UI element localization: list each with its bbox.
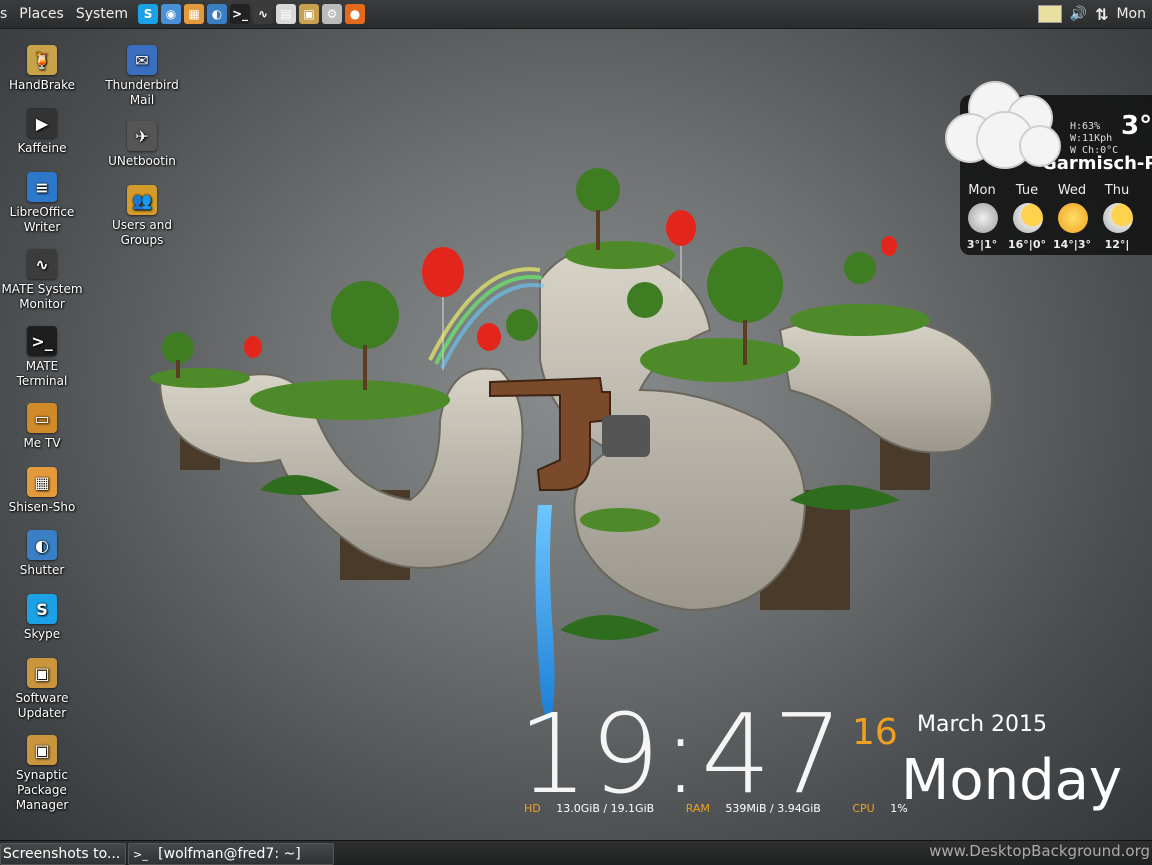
cloudy-icon [945, 81, 1061, 169]
panel-clock[interactable]: Mon [1116, 6, 1146, 22]
hd-label: HD [524, 802, 541, 815]
conky-day-number: 16 [852, 712, 898, 753]
forecast-temps: 16°|0° [1008, 238, 1046, 251]
skype-icon: S [27, 594, 57, 624]
kaffeine-icon: ▶ [27, 108, 57, 138]
skype-icon[interactable]: S [138, 4, 159, 24]
hd-value: 13.0GiB / 19.1GiB [556, 802, 655, 815]
ram-label: RAM [685, 802, 710, 815]
desktop-icon-kaffeine[interactable]: ▶ Kaffeine [0, 108, 84, 156]
desktop-icon-label: Skype [23, 627, 61, 641]
cloudy-icon [968, 203, 998, 233]
forecast-day: Tue [1015, 183, 1039, 198]
taskbar-button-screenshots[interactable]: Screenshots to... [0, 843, 126, 865]
taskbar-button-terminal[interactable]: >_ [wolfman@fred7: ~] [128, 843, 334, 865]
system-tray: 🔊 ⇅ Mon [1037, 0, 1152, 28]
weather-wind: W:11Kph [1070, 133, 1113, 144]
weather-humidity: H:63% [1070, 121, 1101, 132]
desktop-icon-handbrake[interactable]: 🍹 HandBrake [0, 45, 84, 93]
desktop-icon-label: Synaptic Package Manager [15, 768, 69, 812]
partly-sunny-icon [1013, 203, 1043, 233]
terminal-icon[interactable]: >_ [230, 4, 251, 24]
desktop-icon-label: LibreOffice Writer [9, 205, 75, 234]
thunderbird-icon: ✉ [127, 45, 157, 75]
tv-icon: ▭ [27, 403, 57, 433]
forecast-temps: 14°|3° [1053, 238, 1091, 251]
forecast-temps: 12°| [1104, 238, 1130, 251]
users-groups-icon: 👥 [127, 185, 157, 215]
desktop-icon-skype[interactable]: S Skype [0, 594, 84, 642]
top-panel: s Places System S ◉ ▦ ◐ >_ ∿ ▤ ▣ ⚙ ● 🔊 ⇅ Mon [0, 0, 1152, 29]
desktop-icon-label: Users and Groups [112, 218, 172, 247]
firefox-icon[interactable]: ● [345, 4, 366, 24]
desktop-icon-label: Shisen-Sho [8, 500, 76, 514]
conky-weekday: Monday [901, 748, 1123, 813]
desktop-icon-label: Shutter [19, 563, 65, 577]
desktop-icon-libreoffice-writer[interactable]: ≡ LibreOffice Writer [0, 172, 84, 235]
file-manager-icon[interactable]: ▤ [276, 4, 297, 24]
control-center-icon[interactable]: ⚙ [322, 4, 343, 24]
panel-launchers: S ◉ ▦ ◐ >_ ∿ ▤ ▣ ⚙ ● [138, 4, 366, 24]
shutter-icon[interactable]: ◐ [207, 4, 228, 24]
partly-sunny-icon [1103, 203, 1133, 233]
forecast-temps: 3°|1° [966, 238, 998, 251]
weather-applet-icon[interactable] [1037, 5, 1062, 23]
desktop-icon-tv[interactable]: ▭ Me TV [0, 403, 84, 451]
forecast-day: Mon [968, 183, 996, 198]
places-menu[interactable]: Places [13, 0, 70, 28]
shisen-sho-icon[interactable]: ▦ [184, 4, 205, 24]
sunny-icon [1058, 203, 1088, 233]
forecast-day: Wed [1057, 183, 1087, 198]
desktop-icon-label: MATE Terminal [16, 359, 68, 388]
chromium-icon[interactable]: ◉ [161, 4, 182, 24]
forecast-day: Thu [1104, 183, 1130, 198]
applications-menu[interactable]: s [0, 0, 13, 28]
desktop-icon-label: Software Updater [15, 691, 69, 720]
desktop-icon-label: Thunderbird Mail [105, 78, 179, 107]
handbrake-icon: 🍹 [27, 45, 57, 75]
cpu-value: 1% [890, 802, 908, 815]
desktop-icon-label: MATE System Monitor [1, 282, 83, 311]
desktop-icon-software-updater[interactable]: ▣ Software Updater [0, 658, 84, 721]
desktop-icon-thunderbird[interactable]: ✉ Thunderbird Mail [100, 45, 184, 108]
software-updater-icon: ▣ [27, 658, 57, 688]
wallpaper-artwork [150, 168, 993, 720]
desktop-icon-shisen-sho[interactable]: ▦ Shisen-Sho [0, 467, 84, 515]
system-monitor-icon[interactable]: ∿ [253, 4, 274, 24]
libreoffice-writer-icon: ≡ [27, 172, 57, 202]
weather-current-temp: 3° [1121, 111, 1152, 141]
network-icon[interactable]: ⇅ [1095, 5, 1108, 24]
desktop-icon-synaptic[interactable]: ▣ Synaptic Package Manager [0, 735, 84, 813]
package-manager-icon[interactable]: ▣ [299, 4, 320, 24]
ram-value: 539MiB / 3.94GiB [725, 802, 821, 815]
shutter-icon: ◐ [27, 530, 57, 560]
desktop-icon-label: Me TV [23, 436, 61, 450]
terminal-icon: >_ [27, 326, 57, 356]
system-monitor-icon: ∿ [27, 249, 57, 279]
cpu-label: CPU [852, 802, 875, 815]
watermark-text: www.DesktopBackground.org [929, 842, 1150, 860]
desktop-icon-system-monitor[interactable]: ∿ MATE System Monitor [0, 249, 84, 312]
unetbootin-icon: ✈ [127, 121, 157, 151]
desktop-icon-users-groups[interactable]: 👥 Users and Groups [100, 185, 184, 248]
desktop-icon-terminal[interactable]: >_ MATE Terminal [0, 326, 84, 389]
desktop-icon-unetbootin[interactable]: ✈ UNetbootin [100, 121, 184, 169]
taskbar-label: Screenshots to... [3, 846, 121, 862]
shisen-sho-icon: ▦ [27, 467, 57, 497]
desktop-icon-shutter[interactable]: ◐ Shutter [0, 530, 84, 578]
conky-clock-time: 19:47 [518, 690, 846, 818]
terminal-icon: >_ [133, 848, 148, 861]
conky-system-stats: HD 13.0GiB / 19.1GiB RAM 539MiB / 3.94Gi… [524, 802, 908, 815]
conky-month-year: March 2015 [917, 712, 1048, 737]
synaptic-icon: ▣ [27, 735, 57, 765]
volume-icon[interactable]: 🔊 [1070, 6, 1087, 22]
taskbar-label: [wolfman@fred7: ~] [158, 846, 301, 862]
desktop-icon-label: HandBrake [8, 78, 76, 92]
desktop-icon-label: UNetbootin [108, 154, 176, 168]
desktop-icon-label: Kaffeine [17, 141, 67, 155]
system-menu[interactable]: System [70, 0, 134, 28]
